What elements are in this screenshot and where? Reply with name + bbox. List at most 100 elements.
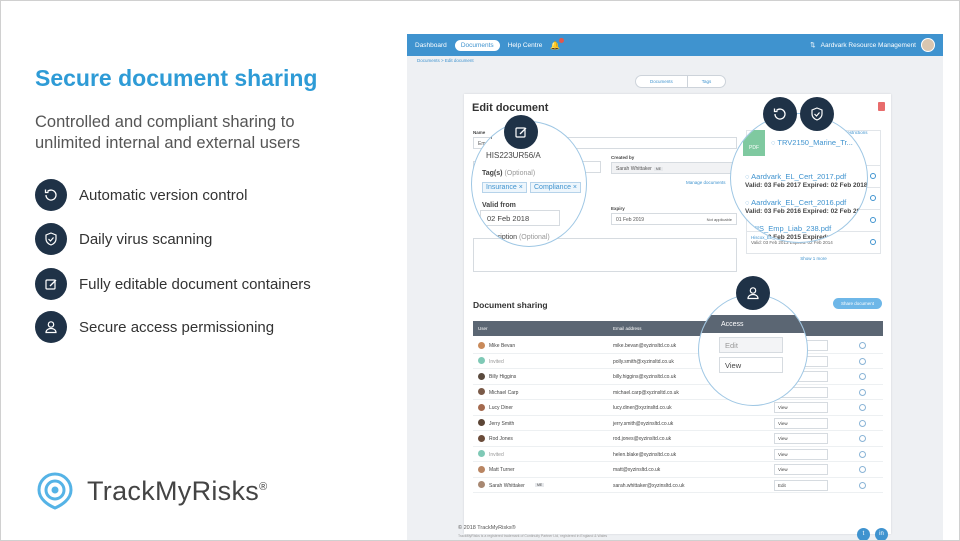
user-email: michael.carp@xyzinsltd.co.uk (613, 389, 679, 396)
remove-user-icon[interactable] (859, 450, 866, 458)
version-file-name[interactable]: ◌ Aardvark_EL_Cert_2016.pdf (745, 198, 846, 207)
table-row[interactable]: Jerry Smith jerry.smith@xyzinsltd.co.uk Vi… (473, 416, 883, 431)
remove-user-icon[interactable] (859, 466, 866, 473)
nav-documents[interactable]: Documents (454, 39, 500, 51)
swap-icon[interactable]: ⇅ (810, 41, 815, 49)
version-file-dates: Valid: 03 Feb 2016 Expired: 02 Feb 2017 (745, 208, 868, 215)
edit-icon-badge (504, 115, 538, 149)
top-nav: Dashboard Documents Help Centre 🔔 ⇅ Aard… (407, 34, 943, 56)
feature-label: Automatic version control (79, 186, 248, 204)
nav-help[interactable]: Help Centre (508, 42, 543, 49)
show-more-link[interactable]: Show 1 more (746, 254, 881, 261)
user-avatar (478, 465, 485, 473)
user-email: polly.smith@xyzinsltd.co.uk (613, 358, 674, 365)
magnifier-access: Access Edit View (698, 294, 808, 406)
remove-user-icon[interactable] (859, 342, 866, 349)
mag-tags-label: Tag(s) (Optional) (482, 170, 536, 177)
access-select[interactable]: View (774, 448, 828, 460)
user-avatar (478, 341, 485, 349)
user-email: mike.bevan@xyzinsltd.co.uk (613, 343, 677, 349)
feature-virus-scanning: Daily virus scanning (35, 223, 212, 255)
expiry-input[interactable]: 01 Feb 2019 Not applicable (611, 213, 737, 225)
share-document-button[interactable]: Share document (832, 298, 882, 309)
version-file-dates: Valid: 03 Feb 2015 Expired: 02 F... (745, 234, 849, 241)
breadcrumb[interactable]: Documents > Edit document (407, 56, 943, 65)
org-name[interactable]: Aardvark Resource Management (821, 42, 916, 49)
access-select[interactable]: View (774, 417, 828, 429)
user-name: Matt Turner (489, 467, 515, 473)
app-screenshot: Dashboard Documents Help Centre 🔔 ⇅ Aard… (407, 34, 943, 540)
remove-user-icon[interactable] (859, 435, 866, 442)
version-file-name[interactable]: ◌ Aardvark_EL_Cert_2017.pdf (745, 172, 846, 181)
subhead: Controlled and compliant sharing to unli… (35, 113, 301, 152)
table-row[interactable]: Lucy Diner lucy.diner@xyzinsltd.co.uk View (473, 400, 883, 416)
feature-version-control: Automatic version control (35, 179, 247, 211)
version-file-name[interactable]: ◌ HIS_Emp_Liab_238.pdf (745, 224, 831, 233)
user-avatar (478, 419, 485, 426)
slide: Secure document sharing Controlled and c… (0, 0, 960, 541)
access-select[interactable]: View (774, 402, 828, 413)
user-name: Lucy Diner (489, 405, 513, 411)
trackmyrisks-logo: TrackMyRisks® (35, 471, 268, 511)
user-email: sarah.whittaker@xyzinsltd.co.uk (613, 482, 685, 489)
table-row[interactable]: Invited helen.blake@xyzinsltd.co.uk View (473, 447, 883, 462)
remove-user-icon[interactable] (859, 388, 866, 396)
user-name: Sarah Whittaker (489, 482, 525, 489)
valid-from-input[interactable]: 02 Feb 2018 (480, 210, 560, 226)
manage-documents-link[interactable]: Manage documents (686, 180, 726, 185)
nav-dashboard[interactable]: Dashboard (415, 42, 447, 49)
access-select-edit[interactable]: Edit (719, 337, 783, 353)
twitter-icon[interactable]: t (857, 528, 870, 540)
table-row[interactable]: Billy Higgins billy.higgins@xyzinsltd.co.… (473, 369, 883, 385)
user-avatar (478, 403, 485, 411)
magnifier-versions: PDF ◌ TRV2150_Marine_Tr... ◌ Aardvark_EL… (730, 113, 868, 243)
logo-text: TrackMyRisks (87, 475, 260, 506)
user-icon (35, 311, 67, 343)
feature-label: Fully editable document containers (79, 275, 311, 293)
history-icon-badge (763, 97, 797, 131)
tab-tags[interactable]: Tags (688, 76, 726, 87)
tab-documents[interactable]: Documents (636, 76, 688, 87)
footer-legal: TrackMyRisks is a registered trademark o… (458, 534, 608, 538)
remove-user-icon[interactable] (859, 357, 866, 365)
user-avatar (478, 481, 485, 488)
trash-icon[interactable] (878, 102, 885, 111)
user-avatar (478, 372, 485, 380)
access-select[interactable]: View (774, 433, 828, 444)
table-row[interactable]: Invitedpolly.smith@xyzinsltd.co.ukView (473, 354, 883, 369)
page-title: Edit document (472, 102, 549, 114)
table-row[interactable]: Mike Bevan mike.bevan@xyzinsltd.co.uk Edit (473, 338, 883, 354)
bell-icon[interactable]: 🔔 (550, 37, 565, 50)
user-name: Billy Higgins (489, 374, 517, 380)
tag-chip[interactable]: Insurance × (482, 182, 527, 193)
user-email: rod.jones@xyzinsltd.co.uk (613, 436, 672, 442)
access-select-view[interactable]: View (719, 357, 783, 373)
mag-access-header: Access (699, 315, 807, 333)
user-email: billy.higgins@xyzinsltd.co.uk (613, 374, 677, 380)
shield-icon (35, 223, 67, 255)
user-name: Rod Jones (489, 436, 513, 442)
remove-user-icon[interactable] (859, 404, 866, 411)
user-name: Michael Carp (489, 389, 519, 396)
table-row[interactable]: Sarah Whittaker ME sarah.whittaker@xyzinsl… (473, 478, 883, 493)
avatar[interactable] (921, 38, 935, 52)
table-row[interactable]: Michael Carp michael.carp@xyzinsltd.co.uk… (473, 385, 883, 400)
tag-chip[interactable]: Compliance × (530, 182, 582, 193)
pdf-icon: PDF (743, 130, 765, 156)
access-select[interactable]: Edit (774, 479, 828, 491)
table-row[interactable]: Matt Turner matt@xyzinsltd.co.uk View (473, 462, 883, 478)
user-name: Mike Bevan (489, 343, 516, 349)
user-icon-badge (736, 276, 770, 310)
access-select[interactable]: View (774, 464, 828, 475)
logo-mark-icon (37, 472, 73, 510)
remove-user-icon[interactable] (859, 419, 866, 427)
linkedin-icon[interactable]: in (875, 528, 888, 540)
version-file-dates: Valid: 03 Feb 2017 Expired: 02 Feb 2018 (745, 182, 868, 189)
table-row[interactable]: Rod Jones rod.jones@xyzinsltd.co.uk View (473, 431, 883, 447)
remove-user-icon[interactable] (859, 373, 866, 380)
segment-tabs: Documents Tags (635, 75, 727, 88)
sharing-title: Document sharing (473, 300, 548, 310)
shield-icon-badge (800, 97, 834, 131)
sharing-table-header: User Email address (473, 321, 883, 336)
remove-user-icon[interactable] (859, 481, 866, 489)
